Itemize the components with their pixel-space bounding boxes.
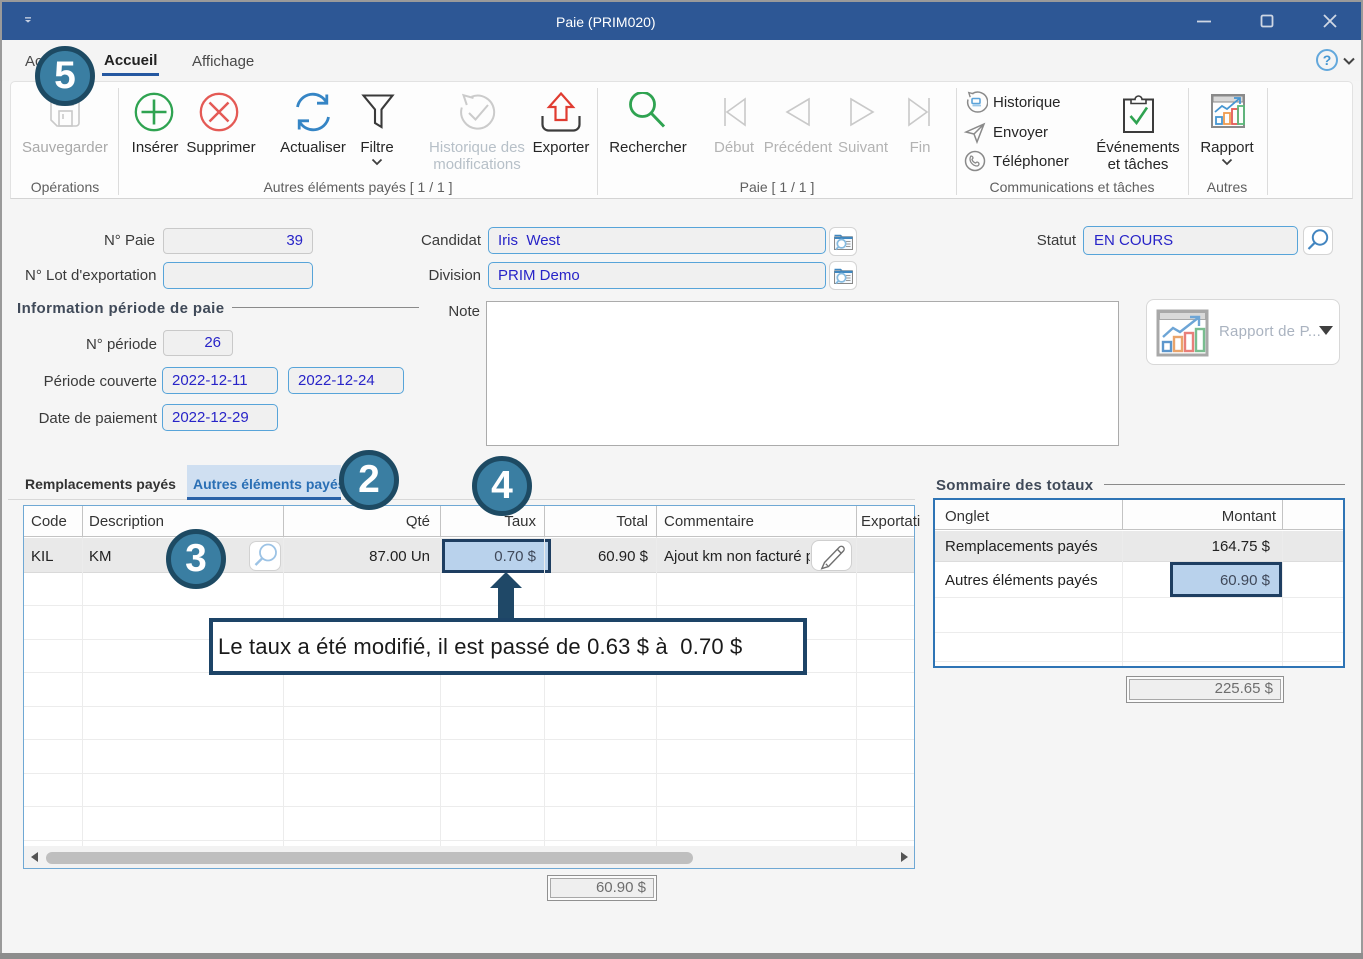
svg-text:?: ? bbox=[1323, 52, 1332, 68]
